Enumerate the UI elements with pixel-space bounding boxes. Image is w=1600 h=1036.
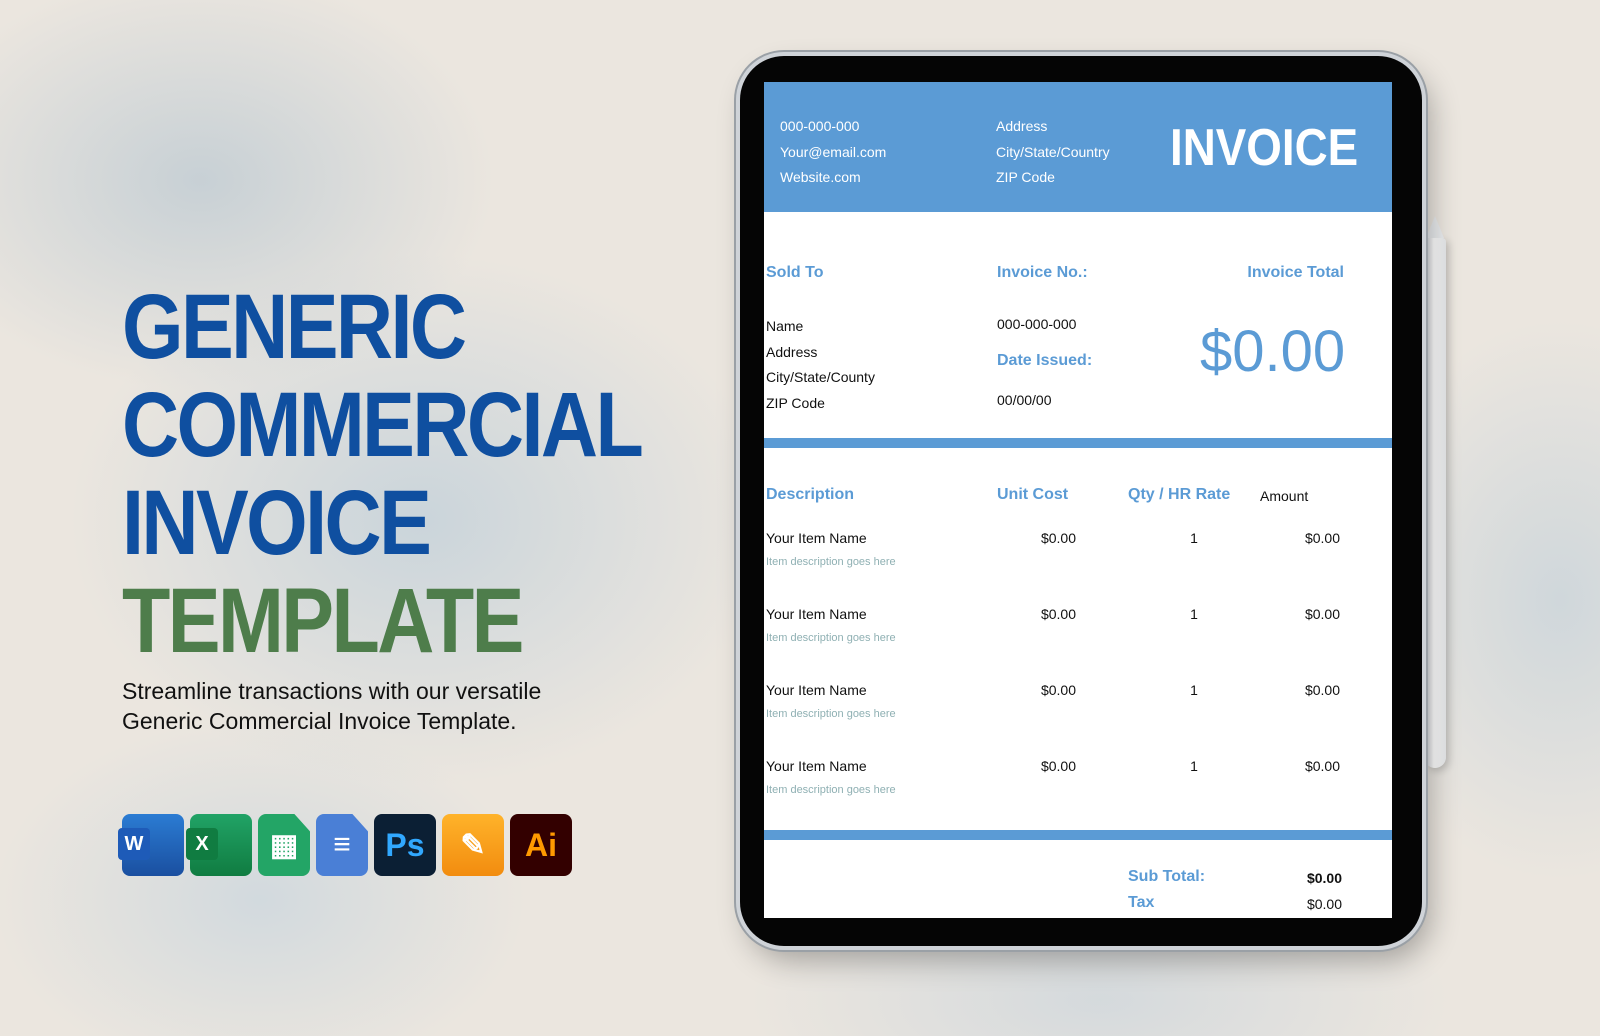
sold-to-address: Address [766,343,818,360]
sold-to-zip: ZIP Code [766,394,825,411]
line-item: Your Item Name Item description goes her… [764,530,1392,590]
headline-line-3: INVOICE [122,472,432,574]
headline-line-2: COMMERCIAL [122,374,644,476]
google-sheets-icon: ▦ [258,814,310,876]
subtitle-line-1: Streamline transactions with our versati… [122,678,542,704]
word-icon: W [118,814,184,876]
item-description: Item description goes here [766,556,896,568]
item-name: Your Item Name [766,758,867,774]
company-zip: ZIP Code [996,169,1055,185]
invoice-no-value: 000-000-000 [997,316,1077,332]
invoice-no-label: Invoice No.: [997,264,1088,281]
item-qty: 1 [1190,530,1198,546]
line-item: Your Item Name Item description goes her… [764,682,1392,742]
column-description: Description [766,486,855,503]
company-contact: 000-000-000 Your@email.com Website.com [780,114,886,191]
column-unit-cost: Unit Cost [997,486,1069,503]
subtitle: Streamline transactions with our versati… [122,676,602,736]
item-description: Item description goes here [766,632,896,644]
tax-label: Tax [1128,894,1155,911]
divider-bar [764,830,1392,840]
google-docs-icon: ≡ [316,814,368,876]
item-unit-cost: $0.00 [1040,758,1076,774]
sold-to-city: City/State/County [766,369,875,385]
tablet-device: 000-000-000 Your@email.com Website.com A… [740,56,1422,946]
item-qty: 1 [1190,758,1198,774]
ps-icon-text: Ps [385,826,425,863]
sheets-icon-glyph: ▦ [269,828,299,862]
subtotal-label: Sub Total: [1128,868,1206,885]
subtitle-line-2: Generic Commercial Invoice Template. [122,708,517,734]
photoshop-icon: Ps [374,814,436,876]
subtotal-value: $0.00 [1306,870,1342,886]
item-unit-cost: $0.00 [1040,606,1076,622]
headline: GENERIC COMMERCIAL INVOICE TEMPLATE [122,278,726,670]
sold-to-block: Name Address City/State/County ZIP Code [766,314,875,416]
docs-icon-glyph: ≡ [333,828,351,861]
item-amount: $0.00 [1304,530,1340,546]
headline-line-1: GENERIC [122,276,467,378]
item-name: Your Item Name [766,682,867,698]
item-description: Item description goes here [766,708,896,720]
invoice-title: INVOICE [1170,119,1359,177]
item-qty: 1 [1190,606,1198,622]
item-name: Your Item Name [766,530,867,546]
company-city: City/State/Country [996,143,1110,160]
item-description: Item description goes here [766,784,896,796]
divider-bar [764,438,1392,448]
compatible-apps: W X ▦ ≡ Ps ✎ Ai [118,814,572,876]
company-address: Address City/State/Country ZIP Code [996,114,1110,191]
company-email: Your@email.com [780,143,887,160]
excel-icon: X [186,814,252,876]
date-issued-value: 00/00/00 [997,392,1052,408]
sold-to-label: Sold To [766,264,824,281]
company-address-line: Address [996,118,1048,134]
pages-icon-glyph: ✎ [460,828,486,862]
stylus-pencil [1424,216,1446,768]
date-issued-label: Date Issued: [997,352,1093,369]
company-phone: 000-000-000 [780,118,860,134]
tax-value: $0.00 [1306,896,1342,912]
line-item: Your Item Name Item description goes her… [764,758,1392,818]
company-website: Website.com [780,169,861,185]
item-name: Your Item Name [766,606,867,622]
line-item: Your Item Name Item description goes her… [764,606,1392,666]
headline-line-4: TEMPLATE [122,570,524,672]
invoice-total-value: $0.00 [1200,319,1346,384]
item-amount: $0.00 [1304,758,1340,774]
word-icon-letter: W [118,828,150,860]
column-qty: Qty / HR Rate [1128,486,1231,503]
ai-icon-text: Ai [525,826,557,863]
invoice-total-label: Invoice Total [1247,264,1344,281]
invoice-header: 000-000-000 Your@email.com Website.com A… [764,82,1392,212]
item-unit-cost: $0.00 [1040,530,1076,546]
sold-to-name: Name [766,318,804,334]
invoice-document: 000-000-000 Your@email.com Website.com A… [764,82,1392,918]
item-unit-cost: $0.00 [1040,682,1076,698]
item-amount: $0.00 [1304,682,1340,698]
excel-icon-letter: X [186,828,218,860]
illustrator-icon: Ai [510,814,572,876]
column-amount: Amount [1260,488,1309,504]
pages-icon: ✎ [442,814,504,876]
item-qty: 1 [1190,682,1198,698]
item-amount: $0.00 [1304,606,1340,622]
